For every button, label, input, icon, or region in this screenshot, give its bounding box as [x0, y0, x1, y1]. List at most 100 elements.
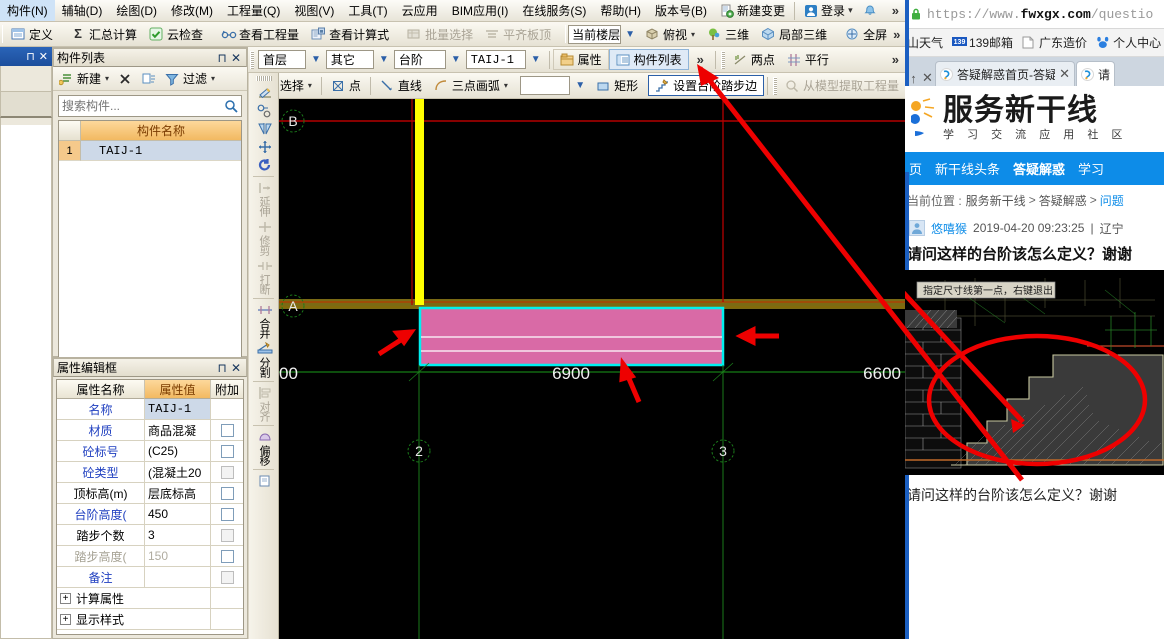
- merge-tool-button[interactable]: 合并: [249, 301, 278, 340]
- chevron-down-icon[interactable]: ▾: [211, 74, 215, 83]
- chevron-down-icon[interactable]: ▼: [446, 54, 466, 65]
- browser-tab-1[interactable]: 答疑解惑首页-答疑解惑 ✕: [935, 61, 1075, 86]
- property-row-top-elevation[interactable]: 顶标高(m) 层底标高: [57, 483, 243, 504]
- chevron-down-icon[interactable]: ▼: [526, 54, 546, 65]
- properties-toggle-button[interactable]: 属性: [552, 49, 609, 70]
- attach-checkbox[interactable]: [220, 507, 234, 521]
- menu-overflow-button[interactable]: »: [892, 3, 905, 18]
- nav-home[interactable]: 页: [909, 159, 922, 178]
- attach-checkbox[interactable]: [220, 549, 234, 563]
- property-row-step-count[interactable]: 踏步个数 3: [57, 525, 243, 546]
- toolbar-topview-button[interactable]: 俯视 ▾: [639, 24, 701, 45]
- point-tool-button[interactable]: 点: [325, 75, 367, 96]
- align-tool-button[interactable]: 对齐: [249, 384, 278, 423]
- copy-rotate-tool-button[interactable]: [249, 102, 278, 120]
- property-value[interactable]: 150: [145, 546, 211, 567]
- chevron-down-icon[interactable]: ▼: [621, 29, 639, 40]
- toolbar-3d-button[interactable]: 三维: [701, 24, 755, 45]
- menu-item-tools[interactable]: 工具(T): [341, 0, 394, 21]
- address-bar[interactable]: https://www.fwxgx.com/questio: [905, 0, 1164, 29]
- nav-study[interactable]: 学习: [1078, 159, 1104, 178]
- category-combo[interactable]: 其它: [325, 50, 374, 69]
- property-row-concrete-grade[interactable]: 砼标号 (C25): [57, 441, 243, 462]
- cad-drawing-canvas[interactable]: B A 2 3 00 6900 6600: [279, 99, 905, 639]
- menu-new-change-button[interactable]: 新建变更: [714, 1, 791, 20]
- property-row-material[interactable]: 材质 商品混凝: [57, 420, 243, 441]
- extra-tool-button[interactable]: [249, 472, 278, 490]
- property-row-step-height-total[interactable]: 台阶高度( 450: [57, 504, 243, 525]
- toolbar-grip[interactable]: [250, 50, 254, 69]
- toolbar-grip[interactable]: [720, 50, 725, 69]
- post-author[interactable]: 悠嘻猴: [931, 220, 967, 237]
- property-row-remark[interactable]: 备注: [57, 567, 243, 588]
- property-group-display[interactable]: + 显示样式: [57, 609, 243, 630]
- chevron-down-icon[interactable]: ▾: [504, 81, 508, 90]
- rectangle-tool-button[interactable]: 矩形: [590, 75, 644, 96]
- chevron-down-icon[interactable]: ▼: [306, 54, 326, 65]
- menu-item-bim[interactable]: BIM应用(I): [445, 0, 516, 21]
- toolbar-summary-calc-button[interactable]: Σ 汇总计算: [65, 24, 143, 45]
- collapsed-panel-row[interactable]: [0, 66, 52, 92]
- toolbar-view-formula-button[interactable]: 查看计算式: [305, 24, 395, 45]
- menu-item-view[interactable]: 视图(V): [287, 0, 341, 21]
- component-name-combo[interactable]: TAIJ-1: [465, 50, 526, 69]
- extend-tool-button[interactable]: 延伸: [249, 179, 278, 218]
- bell-icon[interactable]: [863, 4, 877, 18]
- bookmark-139mail[interactable]: 139 139邮箱: [952, 34, 1013, 51]
- collapsed-panel-row[interactable]: [0, 92, 52, 118]
- property-grid[interactable]: 属性名称 属性值 附加 名称 TAIJ-1 材质 商品混凝 砼标号 (C25): [56, 379, 244, 635]
- menu-item-modify[interactable]: 修改(M): [164, 0, 220, 21]
- line-tool-button[interactable]: 直线: [374, 75, 428, 96]
- toolbar-batch-select-button[interactable]: 批量选择: [401, 24, 479, 45]
- breadcrumb-item-home[interactable]: 服务新干线: [966, 192, 1026, 209]
- menu-item-quantity[interactable]: 工程量(Q): [220, 0, 287, 21]
- toolbar-grip[interactable]: [565, 25, 567, 43]
- attach-checkbox[interactable]: [220, 423, 234, 437]
- property-value[interactable]: 层底标高: [145, 483, 211, 504]
- attach-checkbox[interactable]: [220, 465, 234, 479]
- chevron-down-icon[interactable]: ▼: [374, 54, 394, 65]
- new-component-button[interactable]: 新建 ▾: [56, 68, 112, 89]
- extract-quantity-button[interactable]: 从模型提取工程量: [779, 75, 905, 96]
- three-point-arc-button[interactable]: 三点画弧 ▾: [428, 75, 514, 96]
- component-type-combo[interactable]: 台阶: [393, 50, 446, 69]
- property-value[interactable]: [145, 567, 211, 588]
- close-icon[interactable]: ✕: [37, 50, 50, 63]
- rotate-tool-button[interactable]: [249, 156, 278, 174]
- two-point-button[interactable]: 两点: [727, 49, 781, 70]
- toolbar-local-3d-button[interactable]: 局部三维: [755, 24, 833, 45]
- component-list-toggle-button[interactable]: 构件列表: [608, 49, 689, 70]
- strip-grip[interactable]: [255, 76, 272, 81]
- attach-checkbox[interactable]: [220, 486, 234, 500]
- set-step-edge-button[interactable]: 设置台阶踏步边: [648, 75, 765, 96]
- toolbar-define-button[interactable]: 定义: [5, 24, 59, 45]
- break-tool-button[interactable]: 打断: [249, 257, 278, 296]
- browser-tab-2[interactable]: 请: [1076, 61, 1116, 86]
- toolbar-align-slab-button[interactable]: 平齐板顶: [479, 24, 557, 45]
- close-icon[interactable]: ✕: [229, 361, 243, 375]
- pin-icon[interactable]: ⊓: [215, 361, 229, 375]
- property-row-concrete-type[interactable]: 砼类型 (混凝土20: [57, 462, 243, 483]
- nav-qa[interactable]: 答疑解惑: [1013, 159, 1065, 178]
- expand-icon[interactable]: +: [60, 592, 71, 604]
- draw-style-combo[interactable]: [519, 76, 571, 95]
- property-value[interactable]: 3: [145, 525, 211, 546]
- nav-headlines[interactable]: 新干线头条: [935, 159, 1000, 178]
- copy-component-button[interactable]: [138, 68, 160, 89]
- property-row-step-height[interactable]: 踏步高度( 150: [57, 546, 243, 567]
- chevron-down-icon[interactable]: ▾: [308, 81, 312, 90]
- search-input[interactable]: [62, 99, 224, 113]
- toolbar-grip[interactable]: [773, 76, 777, 95]
- site-logo[interactable]: 服务新干线 学 习 交 流 应 用 社 区: [905, 86, 1164, 152]
- delete-component-button[interactable]: [114, 68, 136, 89]
- close-icon[interactable]: ✕: [1059, 66, 1070, 82]
- property-value[interactable]: (C25): [145, 441, 211, 462]
- chevron-down-icon[interactable]: ▾: [848, 5, 853, 16]
- bookmark-personal-center[interactable]: 个人中心: [1096, 34, 1161, 51]
- property-group-calc[interactable]: + 计算属性: [57, 588, 243, 609]
- breadcrumb-item-qa[interactable]: 答疑解惑: [1039, 192, 1087, 209]
- menu-item-online-service[interactable]: 在线服务(S): [515, 0, 593, 21]
- filter-button[interactable]: 过滤 ▾: [162, 68, 218, 89]
- parallel-button[interactable]: 平行: [781, 49, 835, 70]
- expand-icon[interactable]: +: [60, 613, 71, 625]
